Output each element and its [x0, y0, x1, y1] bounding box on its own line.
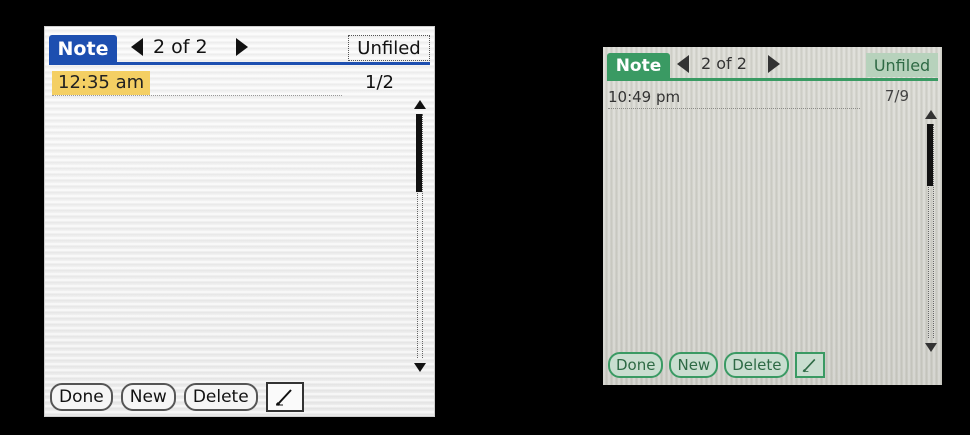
arrow-right-icon[interactable]: [236, 38, 248, 56]
note-index: 1/2: [365, 72, 394, 93]
note-title-tab[interactable]: Note: [49, 35, 117, 63]
category-dropdown[interactable]: Unfiled: [348, 35, 430, 61]
arrow-left-icon[interactable]: [677, 55, 689, 73]
button-row: Done New Delete: [608, 352, 826, 378]
note-screen-green: Note 2 of 2 Unfiled 10:49 pm 7/9 Done Ne…: [603, 47, 942, 385]
category-dropdown[interactable]: Unfiled: [866, 53, 938, 77]
note-index: 7/9: [884, 87, 909, 105]
scroll-down-icon[interactable]: [925, 343, 937, 352]
page-counter: 2 of 2: [153, 36, 208, 58]
new-button[interactable]: New: [120, 383, 176, 411]
delete-button[interactable]: Delete: [183, 383, 258, 411]
note-timestamp[interactable]: 12:35 am: [52, 71, 151, 95]
note-line-divider: [52, 95, 342, 96]
done-button[interactable]: Done: [50, 383, 113, 411]
scroll-thumb[interactable]: [927, 124, 933, 186]
pen-icon: [803, 358, 816, 373]
new-button[interactable]: New: [669, 352, 719, 378]
header-divider: [49, 62, 430, 65]
delete-button[interactable]: Delete: [724, 352, 790, 378]
pen-icon: [275, 389, 292, 407]
arrow-right-icon[interactable]: [768, 55, 780, 73]
scrollbar[interactable]: [413, 100, 427, 372]
arrow-left-icon[interactable]: [131, 38, 143, 56]
pen-button[interactable]: [795, 352, 826, 378]
header-divider: [607, 78, 938, 81]
scrollbar[interactable]: [924, 110, 937, 352]
scroll-up-icon[interactable]: [925, 110, 937, 119]
scroll-down-icon[interactable]: [414, 363, 426, 372]
note-screen-blue: Note 2 of 2 Unfiled 12:35 am 1/2 Done Ne…: [44, 26, 435, 417]
button-row: Done New Delete: [50, 382, 304, 412]
scroll-thumb[interactable]: [416, 114, 422, 192]
pen-button[interactable]: [265, 382, 304, 412]
done-button[interactable]: Done: [608, 352, 664, 378]
note-timestamp[interactable]: 10:49 pm: [608, 88, 680, 106]
note-line-divider: [608, 108, 860, 109]
page-counter: 2 of 2: [701, 54, 747, 73]
note-title-tab[interactable]: Note: [607, 53, 670, 79]
scroll-up-icon[interactable]: [414, 100, 426, 109]
